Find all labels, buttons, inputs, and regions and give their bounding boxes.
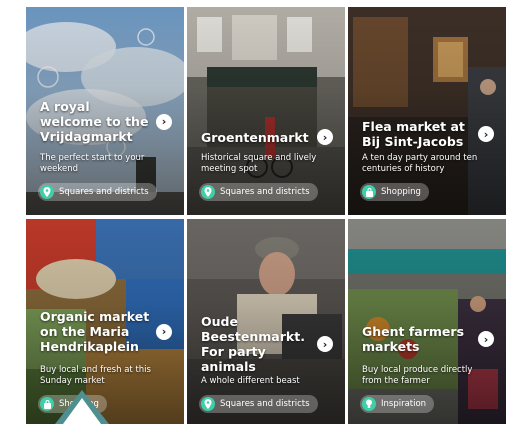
card-shade	[348, 219, 506, 424]
card-description: Buy local produce directly from the farm…	[362, 365, 473, 386]
arrow-right-icon[interactable]: ›	[478, 126, 494, 142]
card-description: A ten day party around ten centuries of …	[362, 153, 478, 174]
category-label: Squares and districts	[59, 187, 149, 197]
category-label: Squares and districts	[220, 187, 310, 197]
category-chip[interactable]: Shopping	[360, 183, 429, 201]
card-title-row: Groentenmarkt ›	[201, 129, 333, 145]
category-chip[interactable]: Squares and districts	[38, 183, 157, 201]
category-chip[interactable]: Squares and districts	[199, 395, 318, 413]
location-pin-icon	[201, 397, 215, 411]
cards-grid: A royal welcome to the Vrijdagmarkt › Th…	[26, 7, 509, 424]
category-label: Inspiration	[381, 399, 427, 409]
card-description: Historical square and lively meeting spo…	[201, 153, 317, 174]
category-label: Squares and districts	[220, 399, 310, 409]
arrow-right-icon[interactable]: ›	[156, 323, 172, 340]
card-vrijdagmarkt[interactable]: A royal welcome to the Vrijdagmarkt › Th…	[26, 7, 184, 215]
arrow-right-icon[interactable]: ›	[317, 336, 333, 352]
play-triangle-inner	[63, 398, 101, 424]
card-title: Organic market on the Maria Hendrikaplei…	[40, 309, 150, 354]
lightbulb-icon	[362, 397, 376, 411]
card-groentenmarkt[interactable]: Groentenmarkt › Historical square and li…	[187, 7, 345, 215]
card-title: Ghent farmers markets	[362, 324, 465, 354]
arrow-right-icon[interactable]: ›	[317, 129, 333, 145]
card-title: A royal welcome to the Vrijdagmarkt	[40, 99, 149, 144]
card-description: Buy local and fresh at this Sunday marke…	[40, 365, 151, 386]
shopping-bag-icon	[362, 185, 376, 199]
card-title-row: Oude Beestenmarkt. For party animals ›	[201, 314, 333, 374]
category-chip[interactable]: Squares and districts	[199, 183, 318, 201]
card-oude-beestenmarkt[interactable]: Oude Beestenmarkt. For party animals › A…	[187, 219, 345, 424]
card-title-row: Organic market on the Maria Hendrikaplei…	[40, 309, 172, 354]
arrow-right-icon[interactable]: ›	[156, 113, 172, 130]
card-title: Groentenmarkt	[201, 129, 309, 145]
card-title: Flea market at Bij Sint-Jacobs	[362, 119, 465, 149]
card-description: A whole different beast	[201, 376, 300, 386]
location-pin-icon	[40, 185, 54, 199]
card-title: Oude Beestenmarkt. For party animals	[201, 314, 305, 374]
location-pin-icon	[201, 185, 215, 199]
card-description: The perfect start to your weekend	[40, 153, 145, 174]
card-farmers-markets[interactable]: Ghent farmers markets › Buy local produc…	[348, 219, 506, 424]
category-chip[interactable]: Inspiration	[360, 395, 435, 413]
card-flea-market[interactable]: Flea market at Bij Sint-Jacobs › A ten d…	[348, 7, 506, 215]
arrow-right-icon[interactable]: ›	[478, 331, 494, 347]
shopping-bag-icon	[40, 397, 54, 411]
card-title-row: A royal welcome to the Vrijdagmarkt ›	[40, 99, 172, 144]
card-title-row: Ghent farmers markets ›	[362, 324, 494, 354]
category-label: Shopping	[381, 187, 421, 197]
card-title-row: Flea market at Bij Sint-Jacobs ›	[362, 119, 494, 149]
